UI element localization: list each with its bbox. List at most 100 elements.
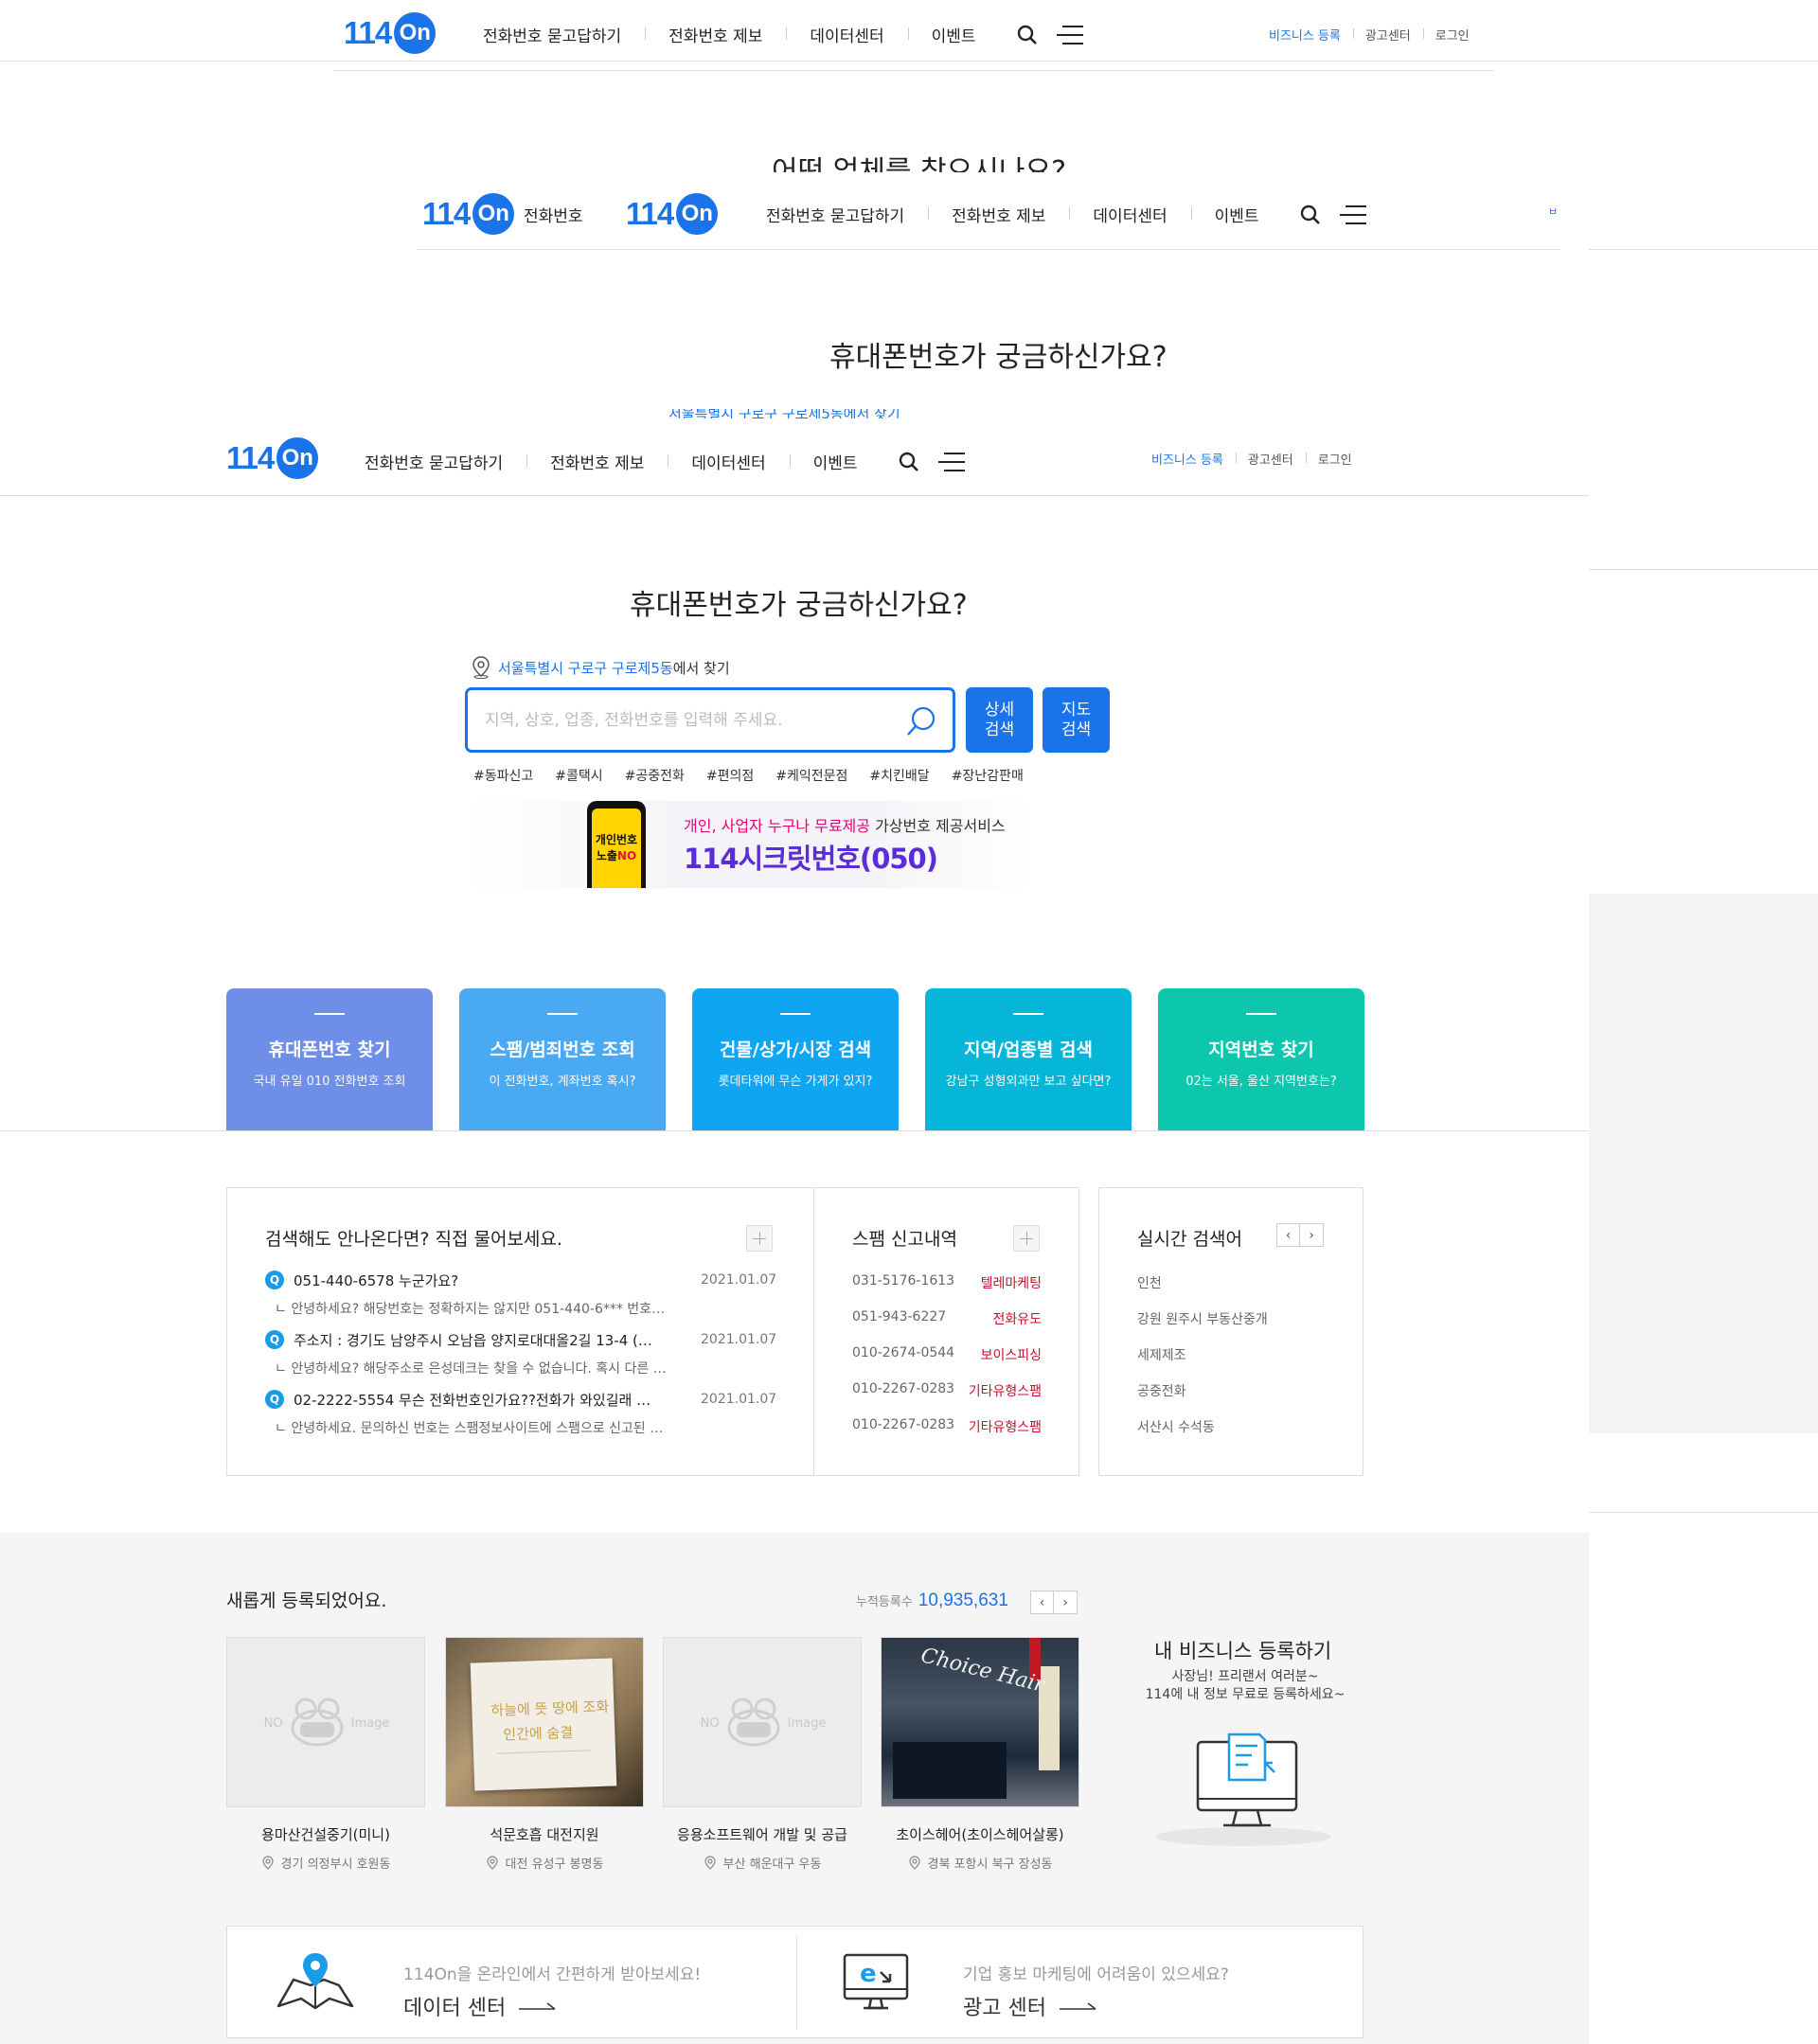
nav-datacenter[interactable]: 데이터센터: [786, 23, 907, 46]
card-area-code[interactable]: 지역번호 찾기 02는 서울, 울산 지역번호는?: [1158, 988, 1364, 1130]
card-spam-lookup[interactable]: 스팸/범죄번호 조회 이 전화번호, 계좌번호 혹시?: [459, 988, 666, 1130]
search-input[interactable]: [485, 707, 882, 734]
location-pin-icon: [704, 1855, 716, 1870]
next-arrow-icon[interactable]: ›: [1300, 1223, 1324, 1247]
trend-keyword[interactable]: 서산시 수석동: [1137, 1417, 1215, 1436]
cumulative-count: 누적등록수 10,935,631: [856, 1591, 1008, 1610]
ghost-header-top: 114 On 전화번호 묻고답하기 전화번호 제보 데이터센터 이벤트 비즈니스…: [333, 0, 1494, 71]
search-box: [465, 687, 955, 753]
util-ad-center[interactable]: 광고센터: [1235, 450, 1306, 468]
hashtag[interactable]: #치킨배달: [869, 766, 929, 785]
monitor-register-icon[interactable]: [1153, 1733, 1333, 1846]
list-item[interactable]: Q 051-440-6578 누군가요? 2021.01.07 ㄴ 안녕하세요? 해…: [265, 1270, 776, 1318]
logo-number: 114: [226, 440, 275, 475]
no-image-placeholder: NO Image: [663, 1637, 862, 1807]
nav-qa[interactable]: 전화번호 묻고답하기: [742, 203, 928, 226]
ad-center-banner[interactable]: e 기업 홍보 마케팅에 어려움이 있으세요? 광고 센터: [797, 1927, 1364, 2037]
util-login[interactable]: 로그인: [1422, 26, 1482, 44]
search-icon[interactable]: [1300, 204, 1321, 225]
promo-subtitle: 개인, 사업자 누구나 무료제공 가상번호 제공서비스: [684, 817, 1006, 835]
spam-row[interactable]: 010-2674-0544 보이스피싱: [852, 1345, 1042, 1364]
util-business-register[interactable]: 비즈니스 등록: [1257, 26, 1353, 44]
logo-number: 114: [626, 196, 674, 231]
hashtag[interactable]: #콜택시: [555, 766, 602, 785]
search-icon[interactable]: [1017, 25, 1038, 45]
my-business-desc: 사장님! 프리랜서 여러분~ 114에 내 정보 무료로 등록하세요~: [1145, 1669, 1346, 1702]
hashtag[interactable]: #공중전화: [625, 766, 685, 785]
detail-search-button[interactable]: 상세 검색: [966, 687, 1033, 753]
logo[interactable]: 114 On: [422, 193, 515, 235]
menu-icon[interactable]: [937, 452, 965, 471]
business-card[interactable]: Choice Hair 초이스헤어(초이스헤어살롱) 경북 포항시 북구 장성동: [881, 1637, 1079, 1872]
hashtag[interactable]: #장난감판매: [952, 766, 1024, 785]
logo-overlap: 114 On: [626, 193, 719, 235]
arrow-right-icon: [1059, 2002, 1096, 2010]
more-icon[interactable]: [1013, 1225, 1040, 1252]
nav-report[interactable]: 전화번호 제보: [928, 203, 1069, 226]
main-nav: 전화번호 묻고답하기 전화번호 제보 데이터센터 이벤트: [341, 450, 965, 473]
ghost-cut-location: 서울특별시 구로구 구로제5동에서 찾기: [668, 409, 900, 418]
list-item[interactable]: Q 주소지 : 경기도 남양주시 오남읍 양지로대대올2길 13-4 (오남리) 2…: [265, 1329, 776, 1377]
card-mobile-number[interactable]: 휴대폰번호 찾기 국내 유일 010 전화번호 조회: [226, 988, 433, 1130]
logo-number: 114: [422, 196, 471, 231]
trend-keyword[interactable]: 세제제조: [1137, 1345, 1186, 1364]
question-icon: Q: [265, 1330, 284, 1349]
search-icon[interactable]: [899, 452, 919, 472]
nav-event[interactable]: 이벤트: [907, 23, 1000, 46]
menu-icon[interactable]: [1339, 204, 1366, 224]
location-pin-icon: [908, 1855, 920, 1870]
location-pin-icon: [486, 1855, 498, 1870]
business-card[interactable]: NO Image 용마산건설중기(미니) 경기 의정부시 호원동: [226, 1637, 425, 1872]
phone-illustration: 개인번호 노출NO: [587, 801, 646, 888]
util-login[interactable]: 로그인: [1305, 450, 1364, 468]
nav-event[interactable]: 이벤트: [1190, 203, 1283, 226]
my-business-title[interactable]: 내 비즈니스 등록하기: [1154, 1636, 1331, 1664]
util-ad-center[interactable]: 광고센터: [1352, 26, 1423, 44]
card-building-search[interactable]: 건물/상가/시장 검색 롯데타워에 무슨 가게가 있지?: [692, 988, 899, 1130]
list-item[interactable]: Q02-2222-5554 무슨 전화번호인가요??전화가 와있길래 궁금합니다…: [265, 1389, 776, 1437]
business-card[interactable]: 하늘에 뜻 땅에 조화 인간에 숨결 석문호흡 대전지원 대전 유성구 봉명동: [445, 1637, 644, 1872]
ghost-cut-title: 어떤 업체를 찾으시나요?: [772, 155, 1066, 172]
nav-qa[interactable]: 전화번호 묻고답하기: [341, 450, 526, 473]
util-links: 비즈니스 등록 광고센터 로그인: [1139, 450, 1364, 468]
panel-title: 검색해도 안나온다면? 직접 물어보세요.: [265, 1229, 562, 1250]
nav-datacenter[interactable]: 데이터센터: [1069, 203, 1190, 226]
nav-qa[interactable]: 전화번호 묻고답하기: [459, 23, 645, 46]
section-title: 새롭게 등록되었어요.: [226, 1591, 387, 1611]
location-address[interactable]: 서울특별시 구로구 구로제5동: [498, 658, 673, 678]
more-icon[interactable]: [746, 1225, 773, 1252]
trend-keyword[interactable]: 인천: [1137, 1273, 1162, 1292]
spam-row[interactable]: 031-5176-1613 텔레마케팅: [852, 1273, 1042, 1292]
hashtag[interactable]: #동파신고: [473, 766, 533, 785]
trend-keyword[interactable]: 공중전화: [1137, 1381, 1186, 1400]
trend-keyword[interactable]: 강원 원주시 부동산중개: [1137, 1309, 1268, 1328]
business-card[interactable]: NO Image 응용소프트웨어 개발 및 공급 부산 해운대구 우동: [663, 1637, 862, 1872]
hero-title: 휴대폰번호가 궁금하신가요?: [630, 589, 968, 622]
prev-arrow-icon[interactable]: ‹: [1276, 1223, 1300, 1247]
hashtag[interactable]: #편의점: [706, 766, 754, 785]
question-icon: Q: [265, 1271, 284, 1289]
search-icon[interactable]: [905, 705, 937, 738]
menu-icon[interactable]: [1056, 25, 1083, 44]
logo[interactable]: 114 On: [344, 12, 437, 54]
nav-report[interactable]: 전화번호 제보: [526, 450, 668, 473]
logo-on-badge: On: [676, 193, 719, 235]
location-line[interactable]: 서울특별시 구로구 구로제5동 에서 찾기: [472, 656, 730, 679]
spam-row[interactable]: 010-2267-0283 기타유형스팸: [852, 1381, 1042, 1400]
prev-arrow-icon[interactable]: ‹: [1030, 1591, 1054, 1614]
spam-row[interactable]: 051-943-6227 전화유도: [852, 1309, 1042, 1328]
nav-datacenter[interactable]: 데이터센터: [668, 450, 789, 473]
data-center-banner[interactable]: 114On을 온라인에서 간편하게 받아보세요! 데이터 센터: [227, 1927, 795, 2037]
logo-number: 114: [344, 15, 392, 50]
next-arrow-icon[interactable]: ›: [1054, 1591, 1078, 1614]
hashtag[interactable]: #케익전문점: [775, 766, 847, 785]
util-business-register[interactable]: 비즈니스 등록: [1139, 450, 1236, 468]
map-search-button[interactable]: 지도 검색: [1043, 687, 1110, 753]
logo[interactable]: 114 On: [226, 437, 319, 479]
secret-number-banner[interactable]: 개인번호 노출NO 개인, 사업자 누구나 무료제공 가상번호 제공서비스 11…: [468, 801, 1036, 888]
card-region-search[interactable]: 지역/업종별 검색 강남구 성형외과만 보고 싶다면?: [925, 988, 1132, 1130]
ghost-hero-title: 휴대폰번호가 궁금하신가요?: [829, 341, 1167, 374]
nav-report[interactable]: 전화번호 제보: [645, 23, 786, 46]
nav-event[interactable]: 이벤트: [789, 450, 882, 473]
spam-row[interactable]: 010-2267-0283 기타유형스팸: [852, 1417, 1042, 1436]
